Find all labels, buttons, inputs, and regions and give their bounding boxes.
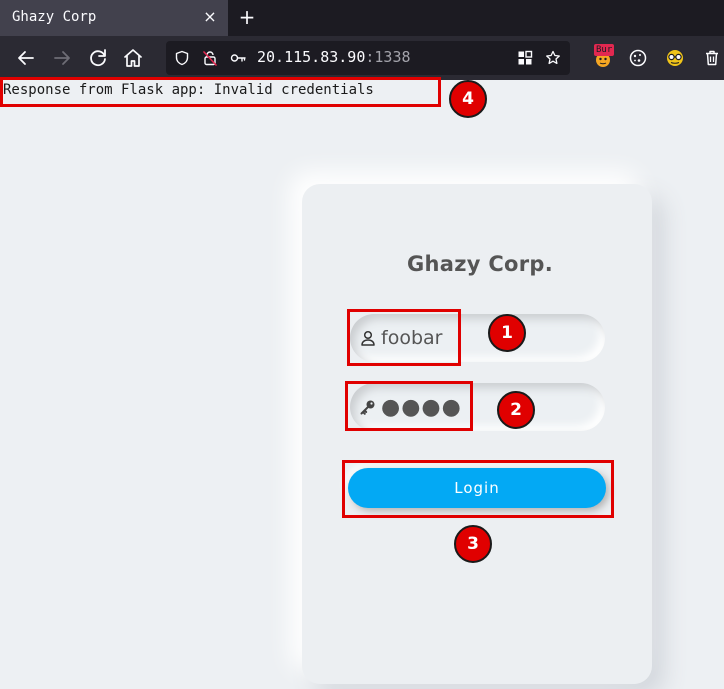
url-text[interactable]: 20.115.83.90:1338 bbox=[257, 48, 411, 66]
reload-icon[interactable] bbox=[86, 46, 110, 70]
forward-arrow-icon[interactable] bbox=[50, 46, 74, 70]
url-host: 20.115.83.90 bbox=[257, 48, 366, 66]
qr-grid-icon[interactable] bbox=[517, 50, 533, 66]
star-icon[interactable] bbox=[545, 50, 561, 66]
tab-strip: Ghazy Corp × + bbox=[0, 0, 724, 36]
back-arrow-icon[interactable] bbox=[14, 46, 38, 70]
annotation-box-3 bbox=[342, 460, 614, 518]
trash-icon[interactable] bbox=[702, 48, 722, 68]
new-tab-icon[interactable]: + bbox=[236, 5, 258, 29]
extension-badge: Bur bbox=[594, 44, 615, 56]
shield-icon[interactable] bbox=[174, 50, 190, 66]
annotation-marker-2: 2 bbox=[497, 391, 535, 429]
spy-glasses-icon[interactable] bbox=[665, 48, 685, 68]
key-icon[interactable] bbox=[230, 50, 246, 66]
url-bar[interactable]: 20.115.83.90:1338 bbox=[166, 41, 570, 75]
annotation-marker-1: 1 bbox=[488, 314, 526, 352]
annotation-box-2 bbox=[345, 381, 473, 431]
tab-close-icon[interactable]: × bbox=[200, 6, 220, 28]
url-port: :1338 bbox=[365, 48, 411, 66]
brand-title: Ghazy Corp. bbox=[406, 252, 554, 276]
lock-slash-icon[interactable] bbox=[202, 50, 218, 66]
nav-toolbar: 20.115.83.90:1338 bbox=[0, 36, 724, 80]
browser-tab[interactable]: Ghazy Corp × bbox=[0, 0, 228, 36]
annotation-marker-3: 3 bbox=[454, 525, 492, 563]
annotation-box-1 bbox=[347, 309, 461, 366]
tab-title: Ghazy Corp bbox=[12, 9, 97, 25]
annotation-box-4 bbox=[0, 77, 441, 107]
cookie-icon[interactable] bbox=[628, 48, 648, 68]
annotation-marker-4: 4 bbox=[449, 80, 487, 118]
home-icon[interactable] bbox=[121, 46, 145, 70]
